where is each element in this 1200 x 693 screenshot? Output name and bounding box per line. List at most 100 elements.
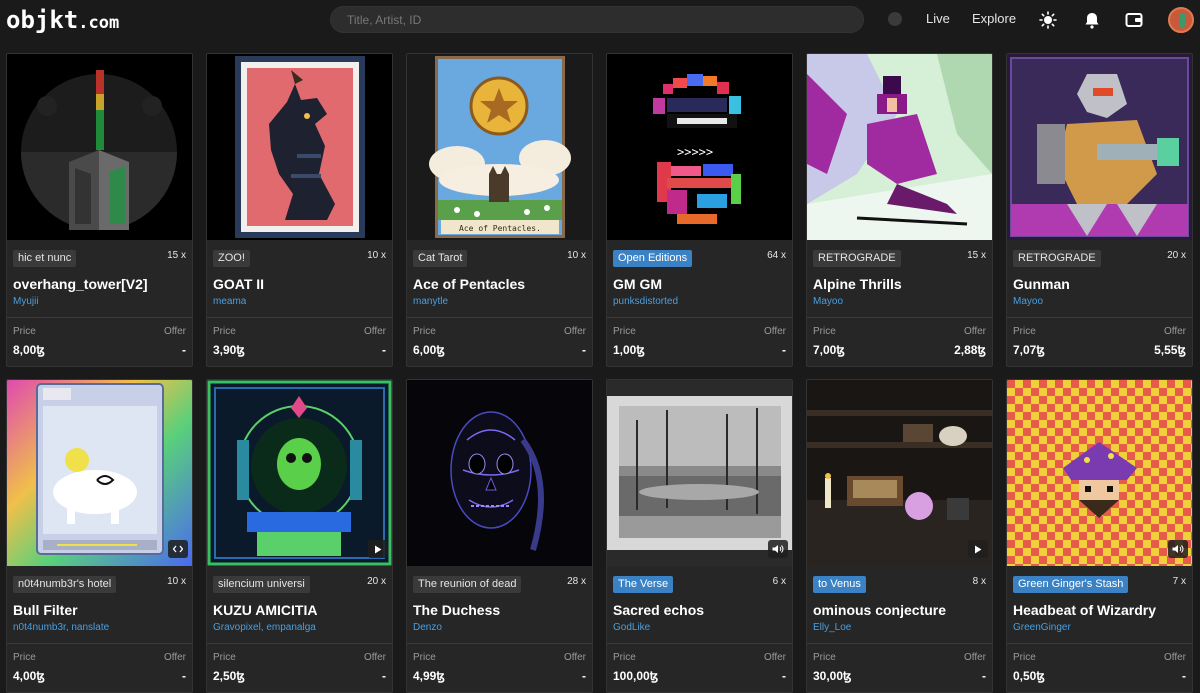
collection-badge[interactable]: to Venus xyxy=(813,576,866,593)
nft-card[interactable]: to Venus 8 x ominous conjecture Elly_Loe… xyxy=(806,379,993,693)
play-icon[interactable] xyxy=(968,540,988,558)
divider xyxy=(407,317,592,318)
price-label: Price xyxy=(1013,326,1036,337)
audio-icon[interactable] xyxy=(768,540,788,558)
artist-link[interactable]: Denzo xyxy=(413,622,442,633)
nft-card[interactable]: RETROGRADE 15 x Alpine Thrills Mayoo Pri… xyxy=(806,53,993,367)
artwork-title[interactable]: GM GM xyxy=(613,276,662,292)
artwork-thumbnail[interactable]: Ace of Pentacles. xyxy=(407,54,592,240)
price-value: 1,00ꜩ xyxy=(613,343,645,357)
nft-card[interactable]: n0t4numb3r's hotel 10 x Bull Filter n0t4… xyxy=(6,379,193,693)
nft-card[interactable]: The Verse 6 x Sacred echos GodLike Price… xyxy=(606,379,793,693)
artist-link[interactable]: Gravopixel, empanalga xyxy=(213,622,316,633)
search-input[interactable] xyxy=(331,7,863,32)
artwork-title[interactable]: ominous conjecture xyxy=(813,602,946,618)
artwork-title[interactable]: Ace of Pentacles xyxy=(413,276,525,292)
collection-badge[interactable]: RETROGRADE xyxy=(1013,250,1101,267)
price-label: Price xyxy=(13,326,36,337)
audio-icon[interactable] xyxy=(1168,540,1188,558)
artist-link[interactable]: GreenGinger xyxy=(1013,622,1071,633)
offer-value: - xyxy=(582,669,586,683)
offer-value: - xyxy=(982,669,986,683)
offer-label: Offer xyxy=(1163,326,1186,337)
divider xyxy=(207,643,392,644)
collection-badge[interactable]: silencium universi xyxy=(213,576,310,593)
artwork-title[interactable]: overhang_tower[V2] xyxy=(13,276,148,292)
artist-link[interactable]: punksdistorted xyxy=(613,296,678,307)
nav-live-link[interactable]: Live xyxy=(926,11,950,26)
price-value: 4,99ꜩ xyxy=(413,669,445,683)
nft-card[interactable]: Green Ginger's Stash 7 x Headbeat of Wiz… xyxy=(1006,379,1193,693)
offer-label: Offer xyxy=(163,652,186,663)
collection-badge[interactable]: Cat Tarot xyxy=(413,250,468,267)
artist-link[interactable]: Myujii xyxy=(13,296,39,307)
artwork-title[interactable]: KUZU AMICITIA xyxy=(213,602,317,618)
price-value: 7,07ꜩ xyxy=(1013,343,1045,357)
wallet-icon[interactable] xyxy=(1124,10,1144,30)
theme-sun-icon[interactable] xyxy=(1038,10,1058,30)
artist-link[interactable]: Mayoo xyxy=(1013,296,1043,307)
artwork-title[interactable]: Sacred echos xyxy=(613,602,704,618)
status-dot xyxy=(888,12,902,26)
artwork-thumbnail[interactable] xyxy=(807,54,992,240)
collection-badge[interactable]: n0t4numb3r's hotel xyxy=(13,576,117,593)
collection-badge[interactable]: RETROGRADE xyxy=(813,250,901,267)
artist-link[interactable]: GodLike xyxy=(613,622,650,633)
artwork-thumbnail[interactable] xyxy=(207,380,392,566)
artist-link[interactable]: Elly_Loe xyxy=(813,622,851,633)
nft-card[interactable]: silencium universi 20 x KUZU AMICITIA Gr… xyxy=(206,379,393,693)
divider xyxy=(807,643,992,644)
artwork-thumbnail[interactable] xyxy=(7,380,192,566)
artist-link[interactable]: manytle xyxy=(413,296,448,307)
artwork-title[interactable]: Gunman xyxy=(1013,276,1070,292)
search-bar[interactable] xyxy=(330,6,864,33)
artwork-title[interactable]: Alpine Thrills xyxy=(813,276,902,292)
collection-badge[interactable]: The Verse xyxy=(613,576,674,593)
price-value: 2,50ꜩ xyxy=(213,669,245,683)
artwork-title[interactable]: The Duchess xyxy=(413,602,500,618)
artwork-thumbnail[interactable] xyxy=(1007,54,1192,240)
artwork-title[interactable]: GOAT II xyxy=(213,276,264,292)
artwork-thumbnail[interactable] xyxy=(207,54,392,240)
artwork-thumbnail[interactable] xyxy=(807,380,992,566)
edition-count: 28 x xyxy=(567,576,586,587)
price-value: 6,00ꜩ xyxy=(413,343,445,357)
artwork-title[interactable]: Bull Filter xyxy=(13,602,78,618)
nft-card[interactable]: >>>>> Open Editions 64 x GM GM punksdist… xyxy=(606,53,793,367)
offer-value: - xyxy=(582,343,586,357)
artist-link[interactable]: Mayoo xyxy=(813,296,843,307)
artist-link[interactable]: n0t4numb3r, nanslate xyxy=(13,622,109,633)
collection-badge[interactable]: hic et nunc xyxy=(13,250,77,267)
artwork-thumbnail[interactable] xyxy=(407,380,592,566)
artwork-thumbnail[interactable]: >>>>> xyxy=(607,54,792,240)
nft-card[interactable]: ZOO! 10 x GOAT II meama Price Offer 3,90… xyxy=(206,53,393,367)
bell-icon[interactable] xyxy=(1082,10,1102,30)
top-header: objkt.com Live Explore xyxy=(0,0,1200,40)
nft-card[interactable]: The reunion of dead 28 x The Duchess Den… xyxy=(406,379,593,693)
divider xyxy=(807,317,992,318)
price-value: 30,00ꜩ xyxy=(813,669,852,683)
play-icon[interactable] xyxy=(368,540,388,558)
nft-card[interactable]: RETROGRADE 20 x Gunman Mayoo Price Offer… xyxy=(1006,53,1193,367)
collection-badge[interactable]: Green Ginger's Stash xyxy=(1013,576,1129,593)
nft-card[interactable]: Ace of Pentacles. Cat Tarot 10 x Ace of … xyxy=(406,53,593,367)
edition-count: 64 x xyxy=(767,250,786,261)
artwork-title[interactable]: Headbeat of Wizardry xyxy=(1013,602,1156,618)
artwork-thumbnail[interactable] xyxy=(607,380,792,566)
collection-badge[interactable]: Open Editions xyxy=(613,250,693,267)
artwork-thumbnail[interactable] xyxy=(7,54,192,240)
svg-text:Ace of Pentacles.: Ace of Pentacles. xyxy=(459,224,541,233)
code-icon[interactable] xyxy=(168,540,188,558)
nft-card[interactable]: hic et nunc 15 x overhang_tower[V2] Myuj… xyxy=(6,53,193,367)
nav-explore-link[interactable]: Explore xyxy=(972,11,1016,26)
objkt-logo[interactable]: objkt.com xyxy=(6,6,119,34)
avatar[interactable] xyxy=(1168,7,1194,33)
price-label: Price xyxy=(213,652,236,663)
artist-link[interactable]: meama xyxy=(213,296,246,307)
collection-badge[interactable]: ZOO! xyxy=(213,250,250,267)
artwork-thumbnail[interactable] xyxy=(1007,380,1192,566)
collection-badge[interactable]: The reunion of dead xyxy=(413,576,522,593)
edition-count: 10 x xyxy=(567,250,586,261)
logo-main: objkt xyxy=(6,6,79,34)
offer-label: Offer xyxy=(363,326,386,337)
